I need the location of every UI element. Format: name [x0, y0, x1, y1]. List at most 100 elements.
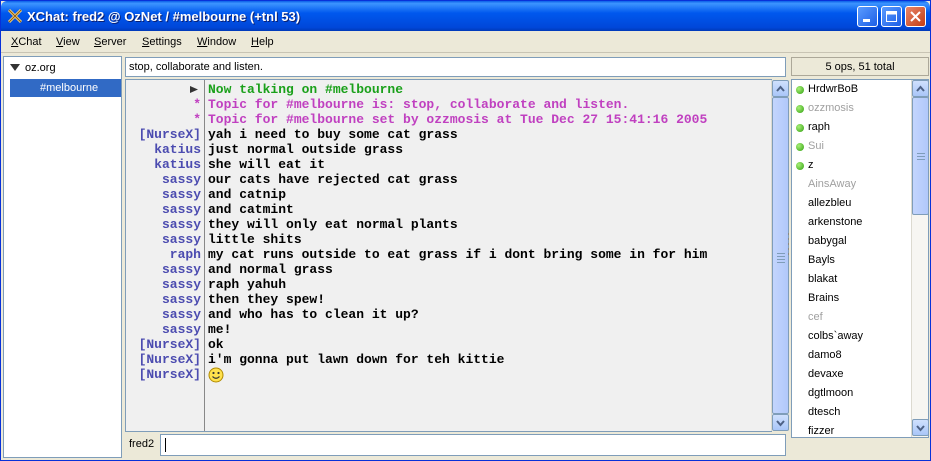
op-status-icon	[796, 143, 804, 151]
channel-tree: oz.org #melbourne	[3, 56, 122, 458]
chat-message: Topic for #melbourne is: stop, collabora…	[208, 97, 630, 112]
chat-nick[interactable]: sassy	[162, 187, 201, 202]
chat-nick[interactable]: [NurseX]	[139, 352, 201, 367]
maximize-icon	[886, 11, 897, 22]
userlist-scrollbar[interactable]	[911, 80, 929, 437]
chat-nick[interactable]: sassy	[162, 292, 201, 307]
user-list-item[interactable]: z	[808, 159, 814, 178]
user-list[interactable]: HrdwrBoB ozzmosis raph Sui z AinsAway allezble…	[791, 79, 929, 438]
chat-nick[interactable]: raph	[170, 247, 201, 262]
menu-xchat[interactable]: XChat	[11, 36, 42, 48]
xchat-window: XChat: fred2 @ OzNet / #melbourne (+tnl …	[0, 0, 931, 461]
user-list-item[interactable]: ozzmosis	[808, 102, 854, 121]
user-list-item[interactable]: Bayls	[808, 254, 835, 273]
message-input[interactable]	[160, 434, 786, 456]
topic-field[interactable]: stop, collaborate and listen.	[125, 57, 786, 77]
scroll-up-button[interactable]	[772, 80, 789, 97]
chat-line: [NurseX] ok	[126, 337, 771, 352]
chat-message: then they spew!	[208, 292, 326, 307]
user-list-item[interactable]: colbs`away	[808, 330, 863, 349]
chat-nick[interactable]: *	[193, 97, 201, 112]
chat-message: and normal grass	[208, 262, 333, 277]
chat-line: sassy then they spew!	[126, 292, 771, 307]
chat-line: sassy they will only eat normal plants	[126, 217, 771, 232]
chat-nick[interactable]: sassy	[162, 307, 201, 322]
minimize-icon	[863, 19, 870, 22]
user-list-item[interactable]: Brains	[808, 292, 839, 311]
user-list-item[interactable]: HrdwrBoB	[808, 83, 858, 102]
chat-message: she will eat it	[208, 157, 326, 172]
user-list-item[interactable]: damo8	[808, 349, 842, 368]
chat-line: sassy raph yahuh	[126, 277, 771, 292]
chat-message: and catnip	[208, 187, 287, 202]
chat-message: Topic for #melbourne set by ozzmosis at …	[208, 112, 708, 127]
menu-help[interactable]: Help	[251, 36, 274, 48]
menu-settings[interactable]: Settings	[142, 36, 182, 48]
chevron-down-icon	[776, 420, 785, 427]
user-list-item[interactable]: cef	[808, 311, 823, 330]
chat-scrollbar[interactable]	[771, 80, 789, 431]
scroll-down-button[interactable]	[772, 414, 789, 431]
chat-nick[interactable]: sassy	[162, 172, 201, 187]
chat-nick[interactable]: [NurseX]	[139, 367, 201, 382]
user-list-item[interactable]: dgtlmoon	[808, 387, 853, 406]
pane-splitter-handle[interactable]	[787, 231, 790, 261]
close-button[interactable]	[905, 6, 926, 27]
user-list-item[interactable]: allezbleu	[808, 197, 851, 216]
chat-nick[interactable]: *	[193, 112, 201, 127]
nick-button[interactable]: fred2	[129, 438, 154, 450]
chat-nick[interactable]: sassy	[162, 202, 201, 217]
chat-nick[interactable]: [NurseX]	[139, 127, 201, 142]
chat-message: little shits	[208, 232, 302, 247]
chat-line: * Topic for #melbourne set by ozzmosis at…	[126, 112, 771, 127]
menu-window[interactable]: Window	[197, 36, 236, 48]
expand-triangle-icon[interactable]	[10, 64, 20, 71]
user-list-item[interactable]: devaxe	[808, 368, 843, 387]
chat-nick[interactable]: sassy	[162, 322, 201, 337]
chat-nick[interactable]: sassy	[162, 262, 201, 277]
user-list-item[interactable]: fizzer	[808, 425, 834, 437]
chat-line: sassy little shits	[126, 232, 771, 247]
menu-bar: XChat View Server Settings Window Help	[1, 31, 930, 53]
chat-line: sassy and who has to clean it up?	[126, 307, 771, 322]
user-list-item[interactable]: blakat	[808, 273, 837, 292]
maximize-button[interactable]	[881, 6, 902, 27]
user-list-item[interactable]: Sui	[808, 140, 824, 159]
close-icon	[910, 11, 921, 22]
chat-nick[interactable]: katius	[154, 157, 201, 172]
chevron-up-icon	[776, 85, 785, 92]
op-status-icon	[796, 105, 804, 113]
chat-line: sassy and catnip	[126, 187, 771, 202]
chat-line: Now talking on #melbourne	[126, 82, 771, 97]
chat-nick[interactable]: sassy	[162, 217, 201, 232]
user-count-label: 5 ops, 51 total	[791, 57, 929, 76]
tree-network-node[interactable]: oz.org	[10, 62, 56, 74]
chat-line: katius just normal outside grass	[126, 142, 771, 157]
chat-nick[interactable]: [NurseX]	[139, 337, 201, 352]
user-list-item[interactable]: arkenstone	[808, 216, 862, 235]
chat-nick[interactable]: sassy	[162, 232, 201, 247]
chat-message: yah i need to buy some cat grass	[208, 127, 458, 142]
chat-line: sassy our cats have rejected cat grass	[126, 172, 771, 187]
chat-line: sassy and normal grass	[126, 262, 771, 277]
chat-line: [NurseX] i'm gonna put lawn down for teh …	[126, 352, 771, 367]
chat-line: * Topic for #melbourne is: stop, collabor…	[126, 97, 771, 112]
user-list-item[interactable]: dtesch	[808, 406, 840, 425]
chat-message: our cats have rejected cat grass	[208, 172, 458, 187]
title-bar[interactable]: XChat: fred2 @ OzNet / #melbourne (+tnl …	[1, 1, 930, 31]
chat-text-area[interactable]: Now talking on #melbourne * Topic for #mel…	[125, 79, 772, 432]
minimize-button[interactable]	[857, 6, 878, 27]
chat-nick[interactable]: katius	[154, 142, 201, 157]
userlist-scroll-down-button[interactable]	[912, 419, 929, 436]
user-list-item[interactable]: raph	[808, 121, 830, 140]
userlist-scroll-thumb[interactable]	[912, 97, 929, 215]
menu-view[interactable]: View	[56, 36, 80, 48]
chat-nick[interactable]: sassy	[162, 277, 201, 292]
menu-server[interactable]: Server	[94, 36, 126, 48]
userlist-scroll-up-button[interactable]	[912, 80, 929, 97]
user-list-item[interactable]: AinsAway	[808, 178, 856, 197]
user-list-item[interactable]: babygal	[808, 235, 847, 254]
chat-message: ok	[208, 337, 224, 352]
window-title: XChat: fred2 @ OzNet / #melbourne (+tnl …	[27, 9, 301, 24]
tree-channel-item[interactable]: #melbourne	[10, 79, 121, 97]
